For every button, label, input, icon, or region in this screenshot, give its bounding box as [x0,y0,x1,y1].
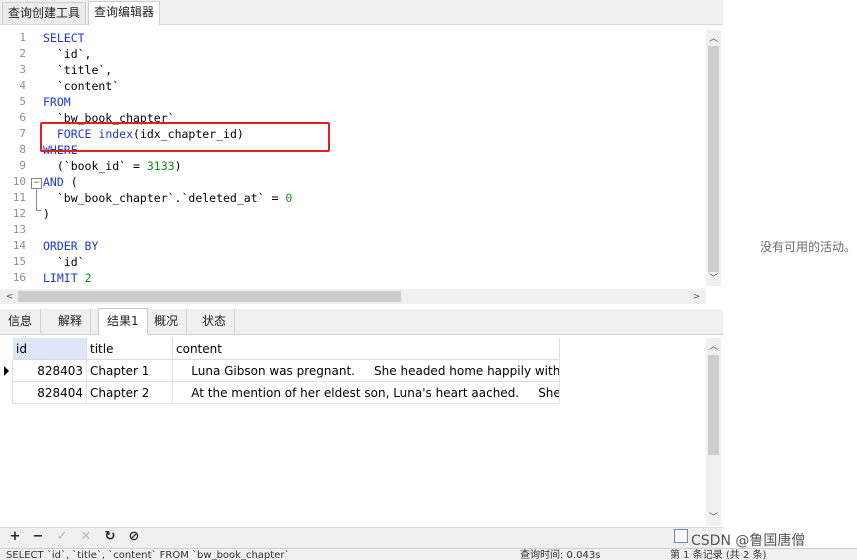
sql-text: `bw_book_chapter`.`deleted_at` = [43,191,286,205]
code-line[interactable]: LIMIT 2 [43,270,92,286]
table-cell-title[interactable]: Chapter 2 [87,382,173,404]
sql-keyword: AND [43,175,64,189]
line-number: 15 [12,255,26,268]
line-number: 1 [19,31,26,44]
code-line[interactable]: `id` [43,254,85,270]
sql-editor[interactable]: 1 SELECT 2 `id`, 3 `title`, 4 `content` 5 FROM… [0,25,706,289]
line-number: 14 [12,239,26,252]
line-number: 10 [12,175,26,188]
table-cell-content[interactable]: At the mention of her eldest son, Luna's… [173,382,560,404]
force-index-highlight-box [40,122,330,152]
line-number: 6 [19,111,26,124]
column-header-content[interactable]: content [173,338,560,360]
table-cell-id[interactable]: 828403 [13,360,87,382]
tab-overview[interactable]: 概况 [146,309,188,333]
line-number: 12 [12,207,26,220]
line-number: 16 [12,271,26,284]
sql-text: `id` [43,255,85,269]
tab-result-1[interactable]: 结果1 [98,308,148,335]
no-activity-message: 没有可用的活动。 [760,240,857,254]
editor-vertical-scroll-thumb[interactable] [708,46,719,272]
tab-query-editor[interactable]: 查询编辑器 [88,1,161,25]
sql-text: `id`, [43,47,92,61]
result-tab-bar: 信息 解释 结果1 概况 状态 [0,308,723,335]
row-indicator[interactable] [2,382,13,404]
editor-horizontal-scroll-thumb[interactable] [18,291,401,302]
line-number: 2 [19,47,26,60]
line-number: 11 [12,191,26,204]
fold-guide-line [36,189,37,211]
scroll-down-arrow-icon[interactable]: ﹀ [706,273,721,285]
code-line[interactable]: (`book_id` = 3133) [43,158,182,174]
code-line[interactable]: AND ( [43,174,78,190]
tab-info[interactable]: 信息 [0,309,42,333]
tab-query-builder[interactable]: 查询创建工具 [2,2,87,24]
table-cell-id[interactable]: 828404 [13,382,87,404]
sql-text: `content` [43,79,120,93]
scroll-left-arrow-icon[interactable]: < [2,291,17,303]
line-number: 4 [19,79,26,92]
code-line[interactable]: `id`, [43,46,92,62]
sql-number: 2 [84,271,92,285]
table-cell-content[interactable]: Luna Gibson was pregnant. She headed hom… [173,360,560,382]
code-line[interactable]: ) [43,206,50,222]
add-record-icon[interactable]: + [7,529,23,545]
code-line[interactable]: SELECT [43,30,85,46]
stop-icon[interactable]: ⊘ [126,529,142,545]
code-line[interactable]: FROM [43,94,71,110]
watermark: CSDN @鲁国唐僧 [691,533,806,549]
grid-scroll-down-arrow-icon[interactable]: ﹀ [706,512,721,524]
sql-keyword: SELECT [43,31,85,45]
grid-view-icon[interactable] [674,529,688,543]
discard-changes-icon[interactable]: ✕ [78,529,94,545]
result-grid[interactable]: id title content 828403 Chapter 1 Luna G… [0,335,706,527]
tab-status[interactable]: 状态 [194,309,236,333]
line-number: 13 [12,223,26,236]
code-line[interactable]: `title`, [43,62,112,78]
row-indicator-icon[interactable] [2,360,13,382]
sql-number: 0 [285,191,293,205]
line-number: 9 [19,159,26,172]
grid-scroll-up-arrow-icon[interactable]: ︿ [706,341,721,353]
sql-text: ( [63,175,78,189]
sql-keyword: ORDER BY [43,239,99,253]
code-line[interactable]: `content` [43,78,119,94]
delete-record-icon[interactable]: − [30,529,46,545]
sql-text: ) [174,159,182,173]
tab-explain[interactable]: 解释 [50,309,92,333]
code-line[interactable]: ORDER BY [43,238,98,254]
sql-text: (`book_id` = [43,159,147,173]
column-header-id[interactable]: id [13,338,87,360]
line-number: 3 [19,63,26,76]
column-header-title[interactable]: title [87,338,173,360]
fold-toggle-icon[interactable]: − [31,178,42,189]
query-tab-bar: 查询创建工具 查询编辑器 [0,0,723,25]
sql-text: `title`, [43,63,113,77]
line-number: 5 [19,95,26,108]
refresh-icon[interactable]: ↻ [102,529,118,545]
fold-guide-end [36,210,41,211]
status-bar: SELECT `id`, `title`, `content` FROM `bw… [0,548,857,560]
apply-changes-icon[interactable]: ✓ [54,529,70,545]
line-number: 8 [19,143,26,156]
grid-vertical-scroll-thumb[interactable] [708,355,719,455]
sql-keyword: FROM [43,95,71,109]
sql-keyword: LIMIT [43,271,78,285]
code-line[interactable]: `bw_book_chapter`.`deleted_at` = 0 [43,190,292,206]
table-cell-title[interactable]: Chapter 1 [87,360,173,382]
sql-number: 3133 [146,159,175,173]
scroll-up-arrow-icon[interactable]: ︿ [706,33,721,45]
line-number: 7 [19,127,26,140]
scroll-right-arrow-icon[interactable]: > [689,291,704,303]
sql-text: ) [43,207,50,221]
